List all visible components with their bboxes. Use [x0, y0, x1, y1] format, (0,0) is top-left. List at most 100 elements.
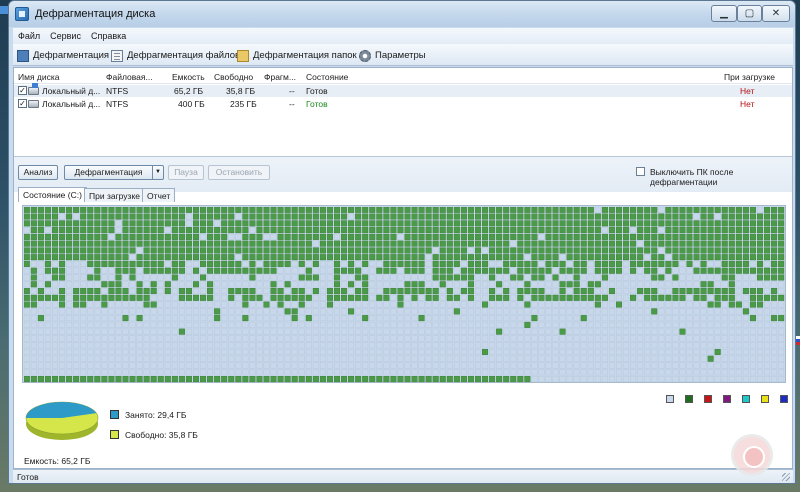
minimize-button[interactable]: ▁: [711, 5, 737, 22]
menu-help[interactable]: Справка: [86, 28, 131, 41]
pause-button[interactable]: Пауза: [168, 165, 204, 180]
cluster-free: [207, 308, 214, 315]
column-free[interactable]: Свободно: [214, 72, 253, 82]
cluster-free: [693, 274, 700, 281]
cluster-free: [425, 328, 432, 335]
tab-report[interactable]: Отчет: [142, 188, 176, 202]
cluster-free: [284, 315, 291, 322]
column-capacity[interactable]: Емкость: [172, 72, 205, 82]
cluster-free: [59, 213, 66, 220]
cluster-used: [390, 288, 397, 295]
disk-checkbox[interactable]: ✓: [18, 99, 27, 108]
cluster-free: [298, 281, 305, 288]
cluster-free: [517, 301, 524, 308]
cluster-used: [115, 260, 122, 267]
toolbar-defrag-files-button[interactable]: Дефрагментация файлов: [111, 48, 240, 63]
cluster-free: [672, 342, 679, 349]
column-state[interactable]: Состояние: [306, 72, 348, 82]
cluster-free: [37, 328, 44, 335]
cluster-used: [573, 227, 580, 234]
cluster-free: [672, 281, 679, 288]
analyze-button[interactable]: Анализ: [18, 165, 58, 180]
cluster-used: [467, 233, 474, 240]
cluster-free: [73, 328, 80, 335]
cluster-used: [355, 227, 362, 234]
cluster-free: [545, 281, 552, 288]
cluster-free: [298, 369, 305, 376]
cluster-used: [192, 294, 199, 301]
cluster-free: [510, 362, 517, 369]
cluster-free: [192, 301, 199, 308]
cluster-used: [52, 267, 59, 274]
cluster-free: [742, 335, 749, 342]
resize-grip-icon[interactable]: [782, 473, 790, 481]
toolbar-defrag-button[interactable]: Дефрагментация: [17, 48, 109, 63]
cluster-used: [277, 288, 284, 295]
cluster-used: [467, 281, 474, 288]
cluster-free: [397, 355, 404, 362]
cluster-used: [757, 240, 764, 247]
cluster-used: [73, 227, 80, 234]
desktop-icon[interactable]: [0, 6, 8, 14]
cluster-used: [749, 301, 756, 308]
cluster-used: [496, 254, 503, 261]
cluster-free: [637, 328, 644, 335]
close-button[interactable]: ✕: [762, 5, 790, 22]
cluster-used: [721, 213, 728, 220]
disk-row[interactable]: ✓ Локальный д... NTFS 400 ГБ 235 ГБ -- Г…: [14, 98, 792, 110]
cluster-used: [122, 213, 129, 220]
toolbar-defrag-folders-button[interactable]: Дефрагментация папок: [237, 48, 357, 63]
cluster-used: [341, 376, 348, 383]
cluster-free: [108, 328, 115, 335]
cluster-used: [136, 288, 143, 295]
cluster-free: [277, 267, 284, 274]
menu-file[interactable]: Файл: [13, 28, 45, 41]
defrag-dropdown-arrow-icon[interactable]: ▼: [152, 165, 164, 180]
cluster-free: [418, 348, 425, 355]
disk-checkbox[interactable]: ✓: [18, 86, 27, 95]
cluster-free: [390, 301, 397, 308]
tab-boot[interactable]: При загрузке: [84, 188, 145, 202]
cluster-used: [122, 233, 129, 240]
column-disk-name[interactable]: Имя диска: [18, 72, 60, 82]
cluster-free: [721, 355, 728, 362]
column-filesystem[interactable]: Файловая...: [106, 72, 153, 82]
cluster-used: [517, 227, 524, 234]
cluster-used: [524, 207, 531, 213]
cluster-free: [397, 362, 404, 369]
cluster-free: [721, 321, 728, 328]
cluster-used: [721, 294, 728, 301]
cluster-free: [524, 274, 531, 281]
cluster-free: [771, 335, 778, 342]
column-fragmentation[interactable]: Фрагм...: [264, 72, 296, 82]
cluster-used: [404, 240, 411, 247]
column-boot[interactable]: При загрузке: [724, 72, 775, 82]
disk-row[interactable]: ✓ Локальный д... NTFS 65,2 ГБ 35,8 ГБ --…: [14, 83, 792, 97]
cluster-used: [623, 247, 630, 254]
cluster-used: [489, 213, 496, 220]
cluster-used: [707, 355, 714, 362]
cluster-free: [411, 328, 418, 335]
cluster-used: [171, 274, 178, 281]
tab-state-c[interactable]: Состояние (C:): [18, 187, 87, 202]
title-bar[interactable]: Дефрагментация диска ▁ ▢ ✕: [9, 1, 795, 27]
maximize-button[interactable]: ▢: [737, 5, 762, 22]
cluster-used: [601, 233, 608, 240]
cluster-used: [157, 233, 164, 240]
cluster-used: [242, 227, 249, 234]
cluster-free: [249, 328, 256, 335]
stop-button[interactable]: Остановить: [208, 165, 270, 180]
cluster-free: [714, 355, 721, 362]
cluster-used: [94, 274, 101, 281]
cluster-free: [778, 342, 785, 349]
cluster-free: [52, 335, 59, 342]
menu-service[interactable]: Сервис: [45, 28, 86, 41]
shutdown-checkbox[interactable]: [636, 167, 645, 176]
toolbar-settings-button[interactable]: Параметры: [359, 48, 426, 63]
cluster-used: [284, 227, 291, 234]
cluster-free: [383, 342, 390, 349]
cluster-used: [510, 227, 517, 234]
cluster-free: [742, 369, 749, 376]
defrag-button[interactable]: Дефрагментация: [64, 165, 153, 180]
cluster-free: [742, 348, 749, 355]
